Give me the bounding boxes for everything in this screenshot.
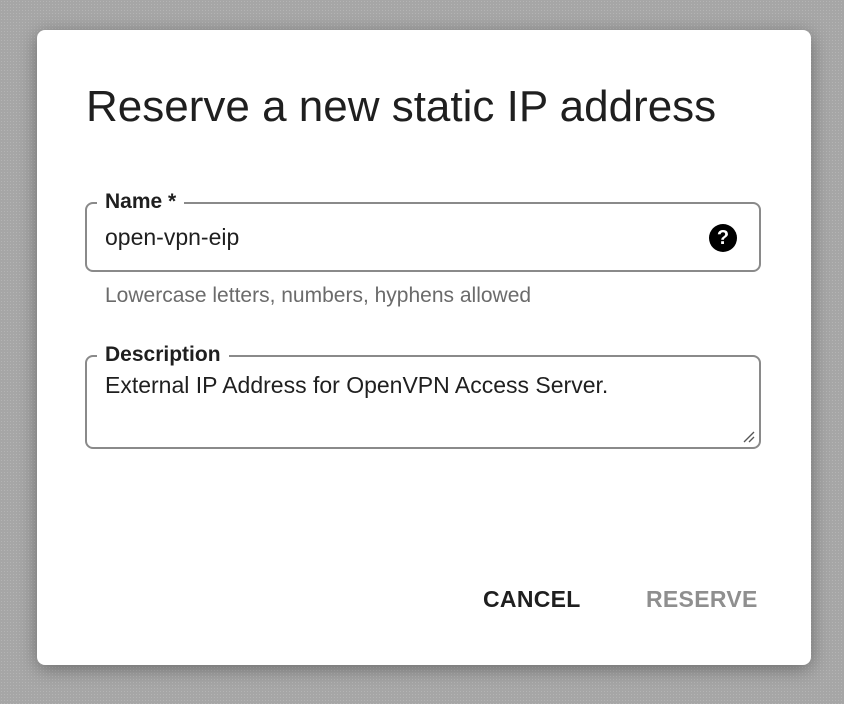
help-icon[interactable]: ? — [709, 224, 737, 252]
name-field-hint: Lowercase letters, numbers, hyphens allo… — [105, 284, 532, 307]
name-input[interactable] — [105, 224, 665, 251]
cancel-button[interactable]: CANCEL — [475, 582, 589, 617]
description-textarea[interactable]: External IP Address for OpenVPN Access S… — [105, 371, 735, 431]
reserve-button[interactable]: RESERVE — [638, 582, 766, 617]
name-field: Name * ? — [85, 189, 761, 272]
dialog-title: Reserve a new static IP address — [86, 82, 717, 131]
resize-handle-icon[interactable] — [741, 429, 755, 443]
name-field-label: Name * — [97, 189, 185, 215]
description-field-label: Description — [97, 342, 229, 368]
description-field: Description External IP Address for Open… — [85, 342, 761, 449]
reserve-ip-dialog: Reserve a new static IP address Name * ?… — [37, 30, 811, 665]
